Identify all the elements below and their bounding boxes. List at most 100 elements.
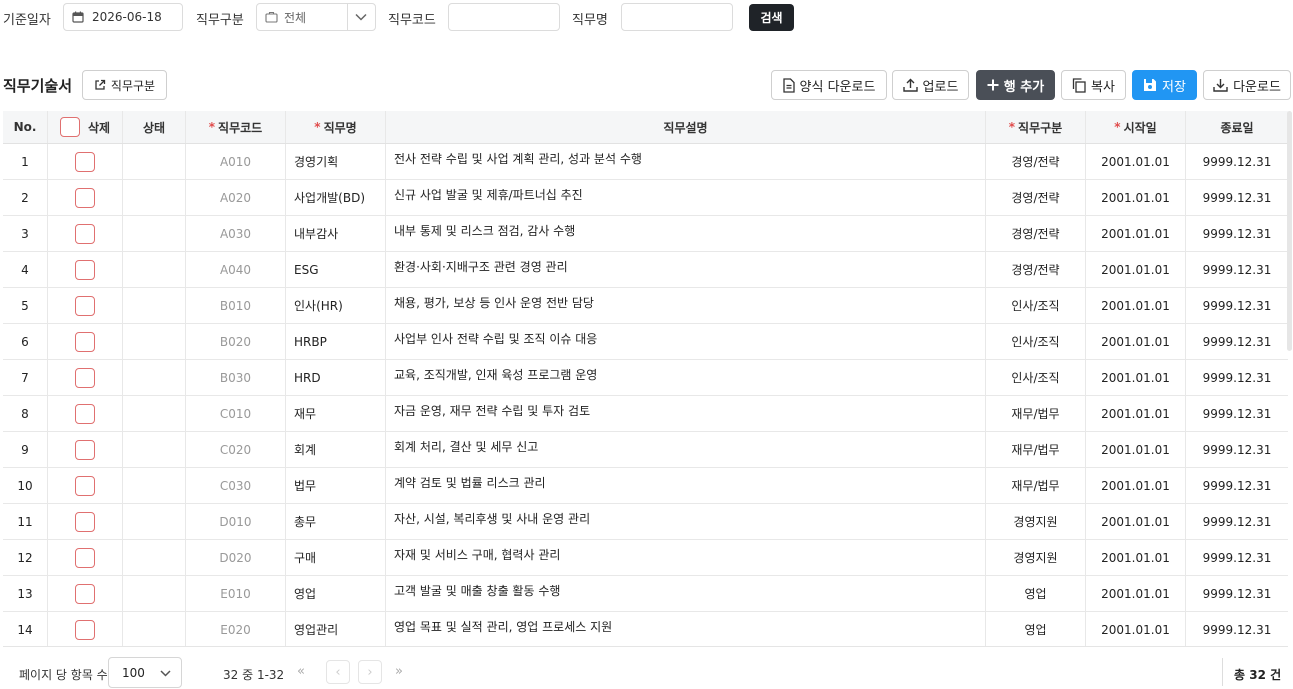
search-button[interactable]: 검색: [749, 4, 794, 31]
cell-end[interactable]: 9999.12.31: [1186, 324, 1288, 359]
cell-type[interactable]: 인사/조직: [986, 324, 1086, 359]
cell-type[interactable]: 재무/법무: [986, 432, 1086, 467]
cell-code[interactable]: A020: [186, 180, 286, 215]
cell-code[interactable]: C010: [186, 396, 286, 431]
cell-code[interactable]: E020: [186, 612, 286, 646]
cell-end[interactable]: 9999.12.31: [1186, 576, 1288, 611]
per-page-select[interactable]: 100: [108, 657, 182, 688]
cell-start[interactable]: 2001.01.01: [1086, 576, 1186, 611]
cell-start[interactable]: 2001.01.01: [1086, 504, 1186, 539]
table-row[interactable]: 5 B010 인사(HR) 채용, 평가, 보상 등 인사 운영 전반 담당 인사/조직…: [3, 288, 1288, 324]
cell-desc[interactable]: 회계 처리, 결산 및 세무 신고: [386, 432, 986, 467]
cell-desc[interactable]: 사업부 인사 전략 수립 및 조직 이슈 대응: [386, 324, 986, 359]
table-row[interactable]: 3 A030 내부감사 내부 통제 및 리스크 점검, 감사 수행 경영/전략 2001.…: [3, 216, 1288, 252]
upload-button[interactable]: 업로드: [892, 70, 969, 100]
cell-end[interactable]: 9999.12.31: [1186, 540, 1288, 575]
cell-code[interactable]: D020: [186, 540, 286, 575]
cell-start[interactable]: 2001.01.01: [1086, 324, 1186, 359]
cell-code[interactable]: B030: [186, 360, 286, 395]
cell-start[interactable]: 2001.01.01: [1086, 180, 1186, 215]
cell-end[interactable]: 9999.12.31: [1186, 216, 1288, 251]
cell-end[interactable]: 9999.12.31: [1186, 144, 1288, 179]
table-row[interactable]: 4 A040 ESG 환경·사회·지배구조 관련 경영 관리 경영/전략 2001.01.…: [3, 252, 1288, 288]
cell-end[interactable]: 9999.12.31: [1186, 504, 1288, 539]
save-button[interactable]: 저장: [1132, 70, 1197, 100]
cell-code[interactable]: D010: [186, 504, 286, 539]
cell-name[interactable]: 구매: [286, 540, 386, 575]
cell-start[interactable]: 2001.01.01: [1086, 396, 1186, 431]
cell-code[interactable]: C030: [186, 468, 286, 503]
cell-desc[interactable]: 계약 검토 및 법률 리스크 관리: [386, 468, 986, 503]
cell-start[interactable]: 2001.01.01: [1086, 612, 1186, 646]
date-input[interactable]: 2026-06-18: [63, 3, 183, 31]
delete-checkbox[interactable]: [75, 259, 95, 280]
table-row[interactable]: 7 B030 HRD 교육, 조직개발, 인재 육성 프로그램 운영 인사/조직 2001…: [3, 360, 1288, 396]
cell-start[interactable]: 2001.01.01: [1086, 468, 1186, 503]
table-row[interactable]: 11 D010 총무 자산, 시설, 복리후생 및 사내 운영 관리 경영지원 2001.…: [3, 504, 1288, 540]
cell-start[interactable]: 2001.01.01: [1086, 252, 1186, 287]
cell-name[interactable]: 인사(HR): [286, 288, 386, 323]
cell-name[interactable]: 회계: [286, 432, 386, 467]
cell-code[interactable]: A030: [186, 216, 286, 251]
delete-checkbox[interactable]: [75, 511, 95, 532]
cell-name[interactable]: 재무: [286, 396, 386, 431]
table-row[interactable]: 8 C010 재무 자금 운영, 재무 전략 수립 및 투자 검토 재무/법무 2001.…: [3, 396, 1288, 432]
delete-checkbox[interactable]: [75, 367, 95, 388]
table-row[interactable]: 1 A010 경영기획 전사 전략 수립 및 사업 계획 관리, 성과 분석 수행 경영…: [3, 144, 1288, 180]
cell-desc[interactable]: 자산, 시설, 복리후생 및 사내 운영 관리: [386, 504, 986, 539]
cell-name[interactable]: HRBP: [286, 324, 386, 359]
download-button[interactable]: 다운로드: [1203, 70, 1291, 100]
cell-start[interactable]: 2001.01.01: [1086, 360, 1186, 395]
delete-checkbox[interactable]: [75, 475, 95, 496]
vertical-scrollbar[interactable]: [1287, 111, 1292, 351]
table-row[interactable]: 9 C020 회계 회계 처리, 결산 및 세무 신고 재무/법무 2001.01.01 9…: [3, 432, 1288, 468]
delete-checkbox[interactable]: [75, 187, 95, 208]
delete-checkbox[interactable]: [75, 295, 95, 316]
cell-type[interactable]: 인사/조직: [986, 288, 1086, 323]
table-row[interactable]: 2 A020 사업개발(BD) 신규 사업 발굴 및 제휴/파트너십 추진 경영/전략 2…: [3, 180, 1288, 216]
cell-desc[interactable]: 전사 전략 수립 및 사업 계획 관리, 성과 분석 수행: [386, 144, 986, 179]
cell-name[interactable]: 영업관리: [286, 612, 386, 646]
delete-checkbox[interactable]: [75, 547, 95, 568]
cell-desc[interactable]: 고객 발굴 및 매출 창출 활동 수행: [386, 576, 986, 611]
cell-desc[interactable]: 영업 목표 및 실적 관리, 영업 프로세스 지원: [386, 612, 986, 646]
cell-name[interactable]: 법무: [286, 468, 386, 503]
first-page-icon[interactable]: «: [297, 664, 305, 679]
cell-end[interactable]: 9999.12.31: [1186, 360, 1288, 395]
cell-code[interactable]: C020: [186, 432, 286, 467]
cell-type[interactable]: 경영/전략: [986, 216, 1086, 251]
cell-end[interactable]: 9999.12.31: [1186, 396, 1288, 431]
cell-type[interactable]: 인사/조직: [986, 360, 1086, 395]
cell-desc[interactable]: 내부 통제 및 리스크 점검, 감사 수행: [386, 216, 986, 251]
next-page-button[interactable]: ›: [358, 660, 382, 684]
template-download-button[interactable]: 양식 다운로드: [771, 70, 887, 100]
cell-type[interactable]: 재무/법무: [986, 396, 1086, 431]
code-input[interactable]: [448, 3, 560, 31]
table-row[interactable]: 14 E020 영업관리 영업 목표 및 실적 관리, 영업 프로세스 지원 영업 200…: [3, 612, 1288, 646]
cell-desc[interactable]: 신규 사업 발굴 및 제휴/파트너십 추진: [386, 180, 986, 215]
cell-code[interactable]: B010: [186, 288, 286, 323]
delete-checkbox[interactable]: [75, 331, 95, 352]
cell-type[interactable]: 영업: [986, 612, 1086, 646]
cell-end[interactable]: 9999.12.31: [1186, 468, 1288, 503]
delete-checkbox[interactable]: [75, 583, 95, 604]
table-row[interactable]: 12 D020 구매 자재 및 서비스 구매, 협력사 관리 경영지원 2001.01.0…: [3, 540, 1288, 576]
delete-checkbox[interactable]: [75, 619, 95, 640]
cell-code[interactable]: A040: [186, 252, 286, 287]
cell-end[interactable]: 9999.12.31: [1186, 612, 1288, 646]
cell-type[interactable]: 경영/전략: [986, 252, 1086, 287]
cell-end[interactable]: 9999.12.31: [1186, 252, 1288, 287]
cell-end[interactable]: 9999.12.31: [1186, 180, 1288, 215]
delete-checkbox[interactable]: [75, 439, 95, 460]
cell-name[interactable]: 내부감사: [286, 216, 386, 251]
cell-start[interactable]: 2001.01.01: [1086, 288, 1186, 323]
cell-desc[interactable]: 환경·사회·지배구조 관련 경영 관리: [386, 252, 986, 287]
cell-type[interactable]: 경영/전략: [986, 180, 1086, 215]
cell-start[interactable]: 2001.01.01: [1086, 540, 1186, 575]
cell-start[interactable]: 2001.01.01: [1086, 216, 1186, 251]
cell-type[interactable]: 경영지원: [986, 540, 1086, 575]
cell-name[interactable]: 경영기획: [286, 144, 386, 179]
delete-checkbox[interactable]: [75, 151, 95, 172]
cell-end[interactable]: 9999.12.31: [1186, 288, 1288, 323]
cell-code[interactable]: A010: [186, 144, 286, 179]
